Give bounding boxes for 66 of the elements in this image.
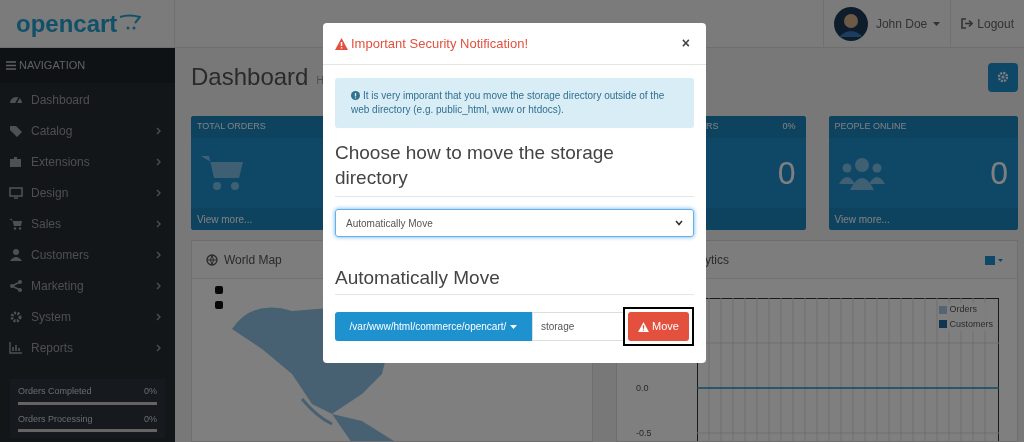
axis-label: 0.0 <box>636 382 649 395</box>
stat-label: Orders Completed <box>18 385 93 398</box>
puzzle-icon <box>9 154 23 169</box>
cart-icon <box>201 154 245 192</box>
monitor-icon <box>9 185 23 200</box>
people-icon <box>838 156 885 190</box>
chevron-down-icon <box>675 220 683 226</box>
info-icon <box>351 91 360 100</box>
globe-icon <box>206 253 218 266</box>
close-button[interactable]: × <box>681 33 694 54</box>
navigation-title: NAVIGATION <box>19 58 86 74</box>
view-more-link[interactable]: View more... <box>197 211 253 227</box>
settings-button[interactable] <box>988 62 1018 92</box>
sidebar-item[interactable]: Extensions <box>0 146 175 177</box>
stat-label: Orders Processing <box>18 412 94 426</box>
card-title: TOTAL ORDERS <box>197 120 267 134</box>
section-heading: Choose how to move the storage directory <box>335 141 615 190</box>
user-menu[interactable]: John Doe <box>875 14 941 33</box>
cart-icon <box>9 216 23 231</box>
avatar-icon <box>833 6 868 41</box>
dialog-title: Important Security Notification! <box>351 34 529 53</box>
card-reading: 0% <box>782 120 796 134</box>
sidebar-item[interactable]: Customers <box>0 239 175 270</box>
cart-swoosh-icon <box>119 13 142 30</box>
section-heading: Automatically Move <box>335 267 500 288</box>
bar-chart-icon <box>9 340 23 355</box>
caret-icon <box>510 324 518 329</box>
logo[interactable]: opencart <box>16 5 118 42</box>
menu-icon[interactable] <box>6 61 16 70</box>
warning-icon <box>335 37 348 50</box>
folder-input[interactable]: storage <box>531 312 624 341</box>
sidebar-item[interactable]: Reports <box>0 332 175 363</box>
alert-text: It is very imporant that you move the storage directory outside of the web directory (e.g. public_html, www or htdocs). <box>351 89 666 117</box>
method-select[interactable]: Automatically Move <box>335 209 694 237</box>
sidebar-item[interactable]: Sales <box>0 208 175 239</box>
view-more-link[interactable]: View more... <box>834 211 890 227</box>
settings-icon <box>9 309 23 324</box>
legend-label: Customers <box>949 317 993 331</box>
move-button[interactable]: Move <box>628 312 689 341</box>
sidebar-item[interactable]: System <box>0 301 175 332</box>
share-icon <box>9 278 23 293</box>
panel-title: World Map <box>224 251 282 269</box>
card-value: 0 <box>777 157 796 189</box>
card-title: RS <box>706 120 720 134</box>
legend-swatch-icon <box>939 305 948 314</box>
card-title: PEOPLE ONLINE <box>834 120 908 134</box>
stat-reading: 0% <box>144 412 157 426</box>
stat-reading: 0% <box>144 385 157 398</box>
logout-link[interactable]: Logout <box>977 14 1014 33</box>
user-icon <box>9 247 23 262</box>
card-value: 0 <box>990 157 1008 189</box>
page-title: Dashboard <box>191 62 309 92</box>
warning-icon <box>638 321 650 332</box>
sidebar-item[interactable]: Dashboard <box>0 84 175 115</box>
sidebar-item[interactable]: Design <box>0 177 175 208</box>
sidebar-item[interactable]: Marketing <box>0 270 175 301</box>
legend-label: Orders <box>949 303 977 316</box>
panel-title: ytics <box>705 251 729 269</box>
tag-icon <box>9 123 23 138</box>
sidebar-item[interactable]: Catalog <box>0 115 175 146</box>
legend-swatch-icon <box>939 320 948 329</box>
axis-label: -0.5 <box>636 427 652 440</box>
settings-icon <box>997 71 1009 83</box>
logout-icon <box>961 18 974 29</box>
caret-icon <box>933 21 941 26</box>
path-dropdown[interactable]: /var/www/html/commerce/opencart/ <box>335 312 532 341</box>
